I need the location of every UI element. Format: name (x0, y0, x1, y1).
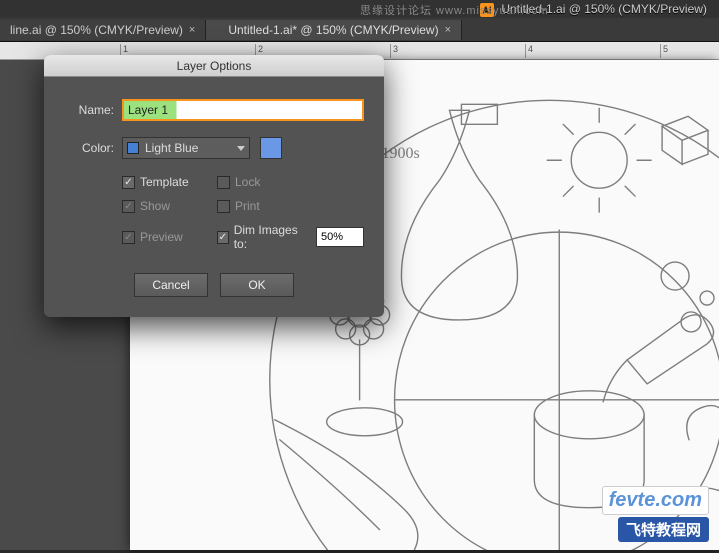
dim-percentage-input[interactable] (316, 227, 364, 247)
checkmark-icon: ✓ (122, 231, 135, 244)
ruler-mark: 4 (525, 44, 533, 58)
dialog-title: Layer Options (44, 55, 384, 77)
checkmark-icon: ✓ (122, 200, 135, 213)
checkbox-label: Template (140, 175, 189, 189)
checkbox-box (217, 200, 230, 213)
checkbox-label: Print (235, 199, 260, 213)
chevron-down-icon (237, 146, 245, 151)
tab-label: Untitled-1.ai* @ 150% (CMYK/Preview) (228, 20, 438, 40)
color-swatch[interactable] (260, 137, 282, 159)
checkbox-label: Show (140, 199, 170, 213)
color-dropdown-value: Light Blue (145, 141, 198, 155)
template-checkbox[interactable]: ✓ Template (122, 175, 217, 189)
checkbox-label: Lock (235, 175, 260, 189)
ruler-mark: 5 (660, 44, 668, 58)
document-tab[interactable]: line.ai @ 150% (CMYK/Preview) × (0, 20, 206, 40)
lock-checkbox: Lock (217, 175, 364, 189)
app-title-text: Untitled-1.ai @ 150% (CMYK/Preview) (501, 2, 707, 16)
document-tab-active[interactable]: Untitled-1.ai* @ 150% (CMYK/Preview) × (206, 20, 462, 40)
dim-images-checkbox[interactable]: ✓ Dim Images to: (217, 223, 364, 251)
sketch-year-label: 1900s (382, 145, 420, 162)
ruler-mark: 3 (390, 44, 398, 58)
app-titlebar: Ai Untitled-1.ai @ 150% (CMYK/Preview) (0, 0, 719, 18)
checkmark-icon: ✓ (122, 176, 135, 189)
cancel-button[interactable]: Cancel (134, 273, 208, 297)
checkmark-icon: ✓ (217, 231, 229, 244)
preview-checkbox: ✓ Preview (122, 223, 217, 251)
checkbox-label: Preview (140, 230, 183, 244)
color-dropdown[interactable]: Light Blue (122, 137, 250, 159)
ok-button[interactable]: OK (220, 273, 294, 297)
checkbox-label: Dim Images to: (234, 223, 305, 251)
color-label: Color: (64, 141, 114, 155)
name-label: Name: (64, 103, 114, 117)
brand-watermark: fevte.com 飞特教程网 (602, 486, 709, 542)
print-checkbox: Print (217, 199, 364, 213)
show-checkbox: ✓ Show (122, 199, 217, 213)
brand-line1: fevte.com (602, 486, 709, 515)
tab-label: line.ai @ 150% (CMYK/Preview) (10, 20, 183, 40)
checkbox-box (217, 176, 230, 189)
color-chip-icon (127, 142, 139, 154)
tabs-bar: line.ai @ 150% (CMYK/Preview) × Untitled… (0, 18, 719, 42)
close-icon[interactable]: × (445, 20, 451, 40)
ai-app-icon: Ai (480, 3, 494, 17)
layer-options-dialog: Layer Options Name: Color: Light Blue ✓ … (44, 55, 384, 317)
dialog-body: Name: Color: Light Blue ✓ Template Lock … (44, 77, 384, 317)
close-icon[interactable]: × (189, 20, 195, 40)
layer-name-input[interactable] (122, 99, 364, 121)
brand-line2: 飞特教程网 (618, 517, 709, 542)
